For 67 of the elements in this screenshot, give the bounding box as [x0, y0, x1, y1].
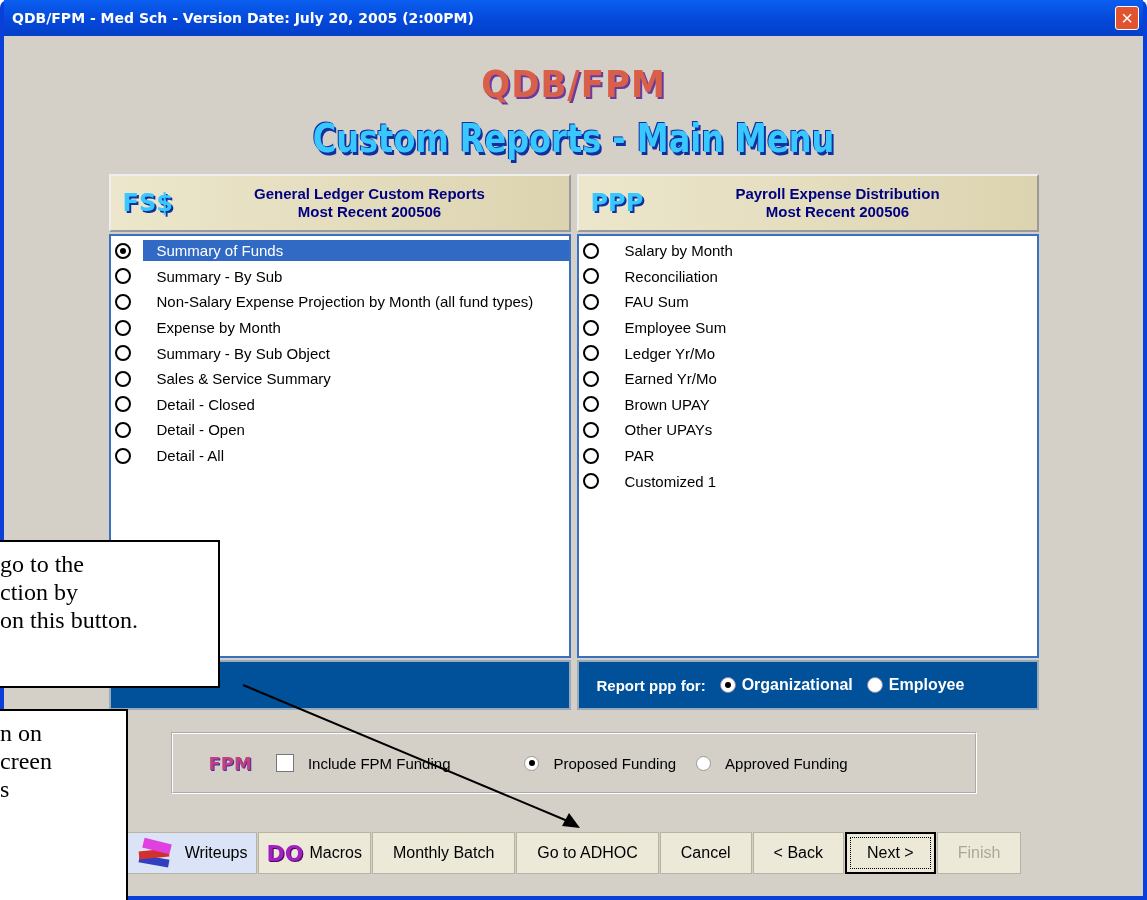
radio-button[interactable] — [114, 242, 131, 259]
radio-button[interactable] — [719, 677, 736, 693]
radio-button[interactable] — [582, 268, 599, 285]
radio-button[interactable] — [582, 370, 599, 387]
report-option[interactable]: Salary by Month — [610, 240, 1037, 262]
wizard-button[interactable]: Cancel — [659, 832, 752, 874]
radio-label: Organizational — [741, 676, 853, 694]
panel-title: Payroll Expense Distribution Most Recent 200506 — [734, 185, 941, 221]
report-option[interactable]: Customized 1 — [610, 470, 1037, 492]
callout-note: n on creen s — [0, 709, 128, 900]
report-option[interactable]: Detail - Closed — [142, 393, 569, 415]
wizard-button[interactable]: < Back — [752, 832, 844, 874]
radio-button[interactable] — [582, 345, 599, 362]
radio-button[interactable] — [524, 755, 540, 771]
panel-logo: FS$ — [122, 189, 174, 217]
radio-button[interactable] — [582, 294, 599, 310]
report-option[interactable]: Summary - By Sub Object — [142, 342, 569, 364]
fpm-logo: FPM — [208, 752, 252, 774]
menu-heading: Custom Reports - Main Menu — [312, 116, 835, 162]
radio-button[interactable] — [866, 677, 883, 693]
radio-button[interactable] — [114, 345, 131, 362]
report-for-label: Report ppp for: — [596, 676, 706, 694]
radio-button[interactable] — [696, 755, 712, 771]
report-option[interactable]: FAU Sum — [610, 291, 1037, 313]
checkbox[interactable] — [275, 754, 294, 772]
report-option[interactable]: PAR — [610, 445, 1037, 467]
radio-button[interactable] — [114, 294, 131, 310]
radio-button[interactable] — [582, 447, 599, 464]
radio-button[interactable] — [582, 421, 599, 438]
report-option[interactable]: Reconciliation — [610, 265, 1037, 287]
report-option[interactable]: Detail - Open — [142, 419, 569, 441]
report-option[interactable]: Other UPAYs — [610, 419, 1037, 441]
do-logo: DO — [266, 840, 304, 866]
wizard-button[interactable]: Monthly Batch — [371, 832, 516, 874]
report-option[interactable]: Brown UPAY — [610, 393, 1037, 415]
radio-label: Approved Funding — [725, 754, 848, 772]
report-option[interactable]: Detail - All — [142, 445, 569, 467]
report-option[interactable]: Sales & Service Summary — [142, 368, 569, 390]
radio-button[interactable] — [114, 319, 131, 336]
report-option[interactable]: Non-Salary Expense Projection by Month (all fund types) — [142, 291, 569, 313]
wizard-button[interactable]: Writeups — [125, 832, 257, 874]
logo-title: QDB/FPM — [481, 62, 666, 106]
radio-button[interactable] — [114, 396, 131, 413]
panel-logo: PPP — [590, 189, 645, 217]
close-button[interactable]: × — [1115, 6, 1139, 30]
radio-label: Proposed Funding — [553, 754, 677, 772]
report-option[interactable]: Summary of Funds — [142, 240, 569, 262]
wizard-button[interactable]: DO Macros — [257, 832, 371, 874]
report-option[interactable]: Expense by Month — [142, 317, 569, 339]
window-title: QDB/FPM - Med Sch - Version Date: July 20, 2005 (2:00PM) — [12, 10, 474, 26]
report-option[interactable]: Earned Yr/Mo — [610, 368, 1037, 390]
report-option[interactable]: Ledger Yr/Mo — [610, 342, 1037, 364]
radio-button[interactable] — [582, 396, 599, 413]
radio-button[interactable] — [114, 421, 131, 438]
radio-button[interactable] — [582, 242, 599, 259]
radio-button[interactable] — [582, 473, 599, 490]
radio-button[interactable] — [114, 447, 131, 464]
radio-button[interactable] — [582, 319, 599, 336]
wizard-button[interactable]: Next > — [844, 832, 936, 874]
callout-note: go to the ction by on this button. — [0, 540, 220, 688]
panel-title: General Ledger Custom Reports Most Recent 200506 — [253, 185, 486, 221]
radio-label: Employee — [888, 676, 965, 694]
wizard-button[interactable]: Go to ADHOC — [516, 832, 659, 874]
radio-button[interactable] — [114, 268, 131, 285]
report-option[interactable]: Summary - By Sub — [142, 265, 569, 287]
report-option[interactable]: Employee Sum — [610, 317, 1037, 339]
radio-button[interactable] — [114, 370, 131, 387]
